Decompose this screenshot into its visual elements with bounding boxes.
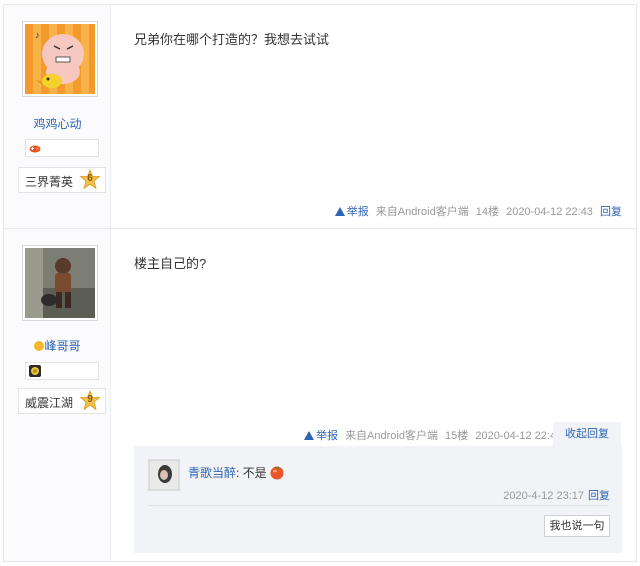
sub-reply-time: 2020-4-12 23:17 [503,490,584,502]
post-source: 来自Android客户端 [345,430,438,442]
collapse-replies-button[interactable]: 收起回复 [553,422,621,446]
member-badge [25,362,99,380]
level-badge[interactable]: 威震江湖 9 [18,388,106,414]
warning-icon [334,207,345,216]
sub-reply-meta: 2020-4-12 23:17 回复 [503,487,610,503]
level-name: 威震江湖 [25,396,74,410]
sub-reply-panel: 青歌当醉: 不是 2020-4-12 23:17 回复 我也说一句 [134,446,622,553]
divider [148,505,608,506]
sub-reply-user[interactable]: 青歌当醉 [188,466,236,480]
medal-icon [29,365,41,377]
post-time: 2020-04-12 22:45 [475,430,563,442]
sub-reply-text: 青歌当醉: 不是 [188,464,285,481]
post-content: 兄弟你在哪个打造的？我想去试试 [134,32,330,47]
say-something-button[interactable]: 我也说一句 [544,515,610,537]
sub-reply-link[interactable]: 回复 [588,490,610,502]
post-tail: 举报 来自Android客户端 15楼 2020-04-12 22:45 [304,427,562,445]
reply-link[interactable]: 回复 [600,206,622,218]
cartoon-avatar-icon: ♪ [25,24,95,94]
author-sidebar: 峰哥哥 威震江湖 9 [4,229,111,561]
post-floor-14: ♪ 鸡鸡心动 三界菁英 6 兄弟你在哪个打造的？我想去试试 举报 来自Andro… [3,4,637,228]
level-number: 6 [87,173,93,184]
member-badge [25,139,99,157]
level-name: 三界菁英 [25,175,74,189]
photo-avatar-icon [148,459,180,491]
emoji-icon [34,341,45,351]
tomato-emoji-icon [270,466,284,480]
level-badge[interactable]: 三界菁英 6 [18,167,106,193]
sub-reply-avatar[interactable] [148,459,180,491]
floor-number: 14楼 [475,206,500,218]
warning-icon [304,431,314,440]
photo-avatar-icon [25,248,95,318]
username-text: 峰哥哥 [44,339,81,353]
floor-number: 15楼 [445,430,469,442]
username[interactable]: 鸡鸡心动 [4,115,111,132]
post-content: 楼主自己的? [134,256,207,271]
author-sidebar: ♪ 鸡鸡心动 三界菁英 6 [4,5,111,228]
post-floor-15: 峰哥哥 威震江湖 9 楼主自己的? 举报 来自Android客户端 15楼 20… [3,228,637,562]
level-number: 9 [87,394,93,405]
gamepad-icon [29,145,41,153]
sub-reply-message: : 不是 [236,466,267,480]
avatar[interactable]: ♪ [22,21,98,97]
post-source: 来自Android客户端 [375,206,469,218]
username[interactable]: 峰哥哥 [4,337,111,354]
post-time: 2020-04-12 22:43 [506,206,593,218]
report-link[interactable]: 举报 [304,430,338,442]
avatar[interactable] [22,245,98,321]
svg-text:♪: ♪ [35,30,40,40]
post-tail: 举报 来自Android客户端 14楼 2020-04-12 22:43 回复 [334,203,622,221]
report-link[interactable]: 举报 [334,206,369,218]
